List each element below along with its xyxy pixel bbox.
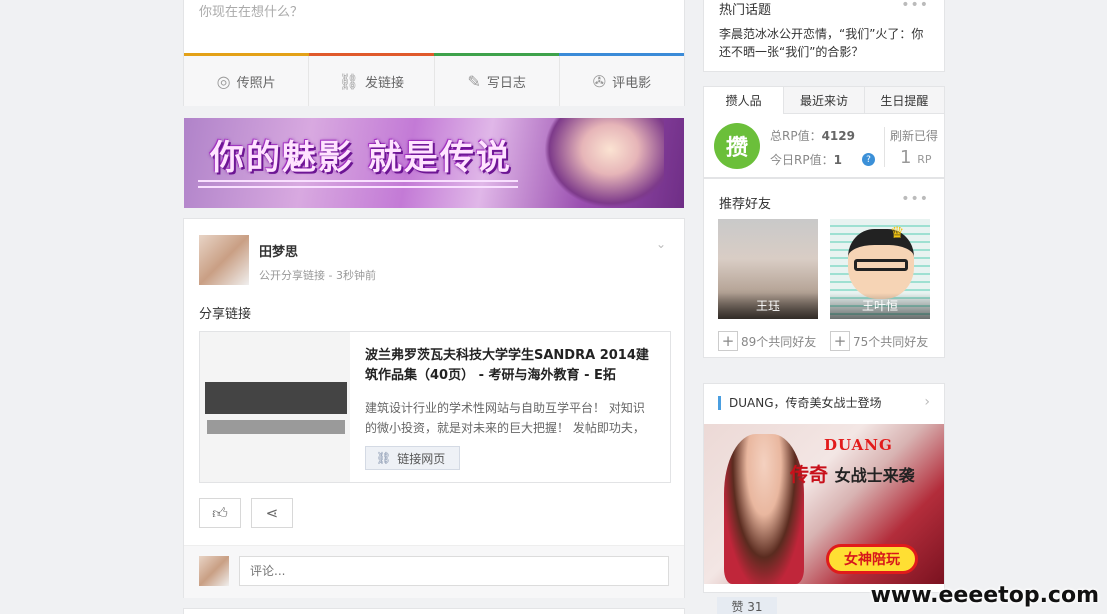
recommended-friends-box: 推荐好友 ••• 王珏 ♛ 王叶恒 + 89个共同好友 + 75个共同好友	[703, 178, 945, 358]
thumbs-up-icon: 👍︎	[212, 503, 228, 522]
ad-headline-sub: 女战士来袭	[834, 466, 915, 485]
avatar[interactable]	[199, 235, 249, 285]
add-friend-button[interactable]: + 89个共同好友	[718, 331, 816, 351]
plus-icon: +	[830, 331, 850, 351]
shared-link-card[interactable]: 波兰弗罗茨瓦夫科技大学学生SANDRA 2014建筑作品集（40页） - 考研与…	[199, 331, 671, 483]
rp-total-value: 4129	[821, 129, 855, 143]
post-author[interactable]: 田梦思	[259, 241, 298, 260]
write-blog-button[interactable]: ✎ 写日志	[435, 56, 560, 106]
ad-image[interactable]: DUANG 传奇 女战士来袭 女神陪玩	[704, 424, 944, 584]
banner-text: 你的魅影 就是传说	[210, 138, 512, 178]
link-title[interactable]: 波兰弗罗茨瓦夫科技大学学生SANDRA 2014建筑作品集（40页） - 考研与…	[365, 346, 655, 386]
share-link-button[interactable]: ⛓ 发链接	[309, 56, 435, 106]
post-meta: 公开分享链接 - 3秒钟前	[259, 269, 376, 282]
rp-box: 攒人品 最近来访 生日提醒 攒 总RP值：4129 今日RP值：1 ? 刷新已得…	[703, 86, 945, 178]
link-icon: ⛓	[338, 71, 360, 91]
rp-total-label: 总RP值：	[770, 129, 822, 143]
friend-photo[interactable]: 王珏	[718, 219, 818, 319]
rp-badge-icon[interactable]: 攒	[714, 123, 760, 169]
ad-box: DUANG，传奇美女战士登场 › DUANG 传奇 女战士来袭 女神陪玩	[703, 383, 945, 593]
friend-photo[interactable]: ♛ 王叶恒	[830, 219, 930, 319]
rp-refresh-value: 1 RP	[900, 147, 931, 168]
hot-topic-link[interactable]: 李晨范冰冰公开恋情，“我们”火了：你还不晒一张“我们”的合影？	[719, 25, 934, 61]
hot-topics-title: 热门话题	[719, 3, 772, 18]
rp-tabs: 攒人品 最近来访 生日提醒	[704, 87, 944, 114]
more-icon[interactable]: •••	[901, 0, 929, 13]
ad-title[interactable]: DUANG，传奇美女战士登场	[718, 396, 882, 410]
glasses	[854, 259, 908, 271]
thumbnail-block	[205, 382, 347, 414]
game-banner-ad[interactable]: 你的魅影 就是传说	[184, 118, 684, 208]
friend-name: 王珏	[718, 293, 818, 319]
open-link-button[interactable]: ⛓ 链接网页	[365, 446, 461, 470]
tab-rp[interactable]: 攒人品	[704, 87, 785, 114]
ad-cta-button[interactable]: 女神陪玩	[826, 544, 918, 574]
rp-today-label: 今日RP值：	[770, 153, 834, 167]
ad-brand: DUANG	[824, 436, 893, 454]
tab-recent-visitors[interactable]: 最近来访	[784, 87, 865, 113]
like-button[interactable]: 👍︎	[199, 498, 241, 528]
likes-count[interactable]: 赞 31	[717, 597, 777, 614]
write-blog-label: 写日志	[486, 75, 526, 91]
status-input[interactable]: 你现在在想什么？	[199, 1, 303, 20]
ad-headline-main: 传奇	[790, 464, 829, 486]
share-link-label: 发链接	[365, 75, 405, 91]
comment-input[interactable]	[239, 556, 669, 586]
avatar	[199, 556, 229, 586]
rp-today: 今日RP值：1	[770, 151, 842, 168]
edit-icon: ✎	[467, 71, 481, 91]
rp-total: 总RP值：4129	[770, 127, 855, 144]
add-friend-button[interactable]: + 75个共同好友	[830, 331, 928, 351]
post-text: 分享链接	[199, 307, 252, 322]
crown-icon: ♛	[890, 223, 905, 242]
friend-name: 王叶恒	[830, 293, 930, 319]
tab-birthdays[interactable]: 生日提醒	[865, 87, 944, 113]
feed-post: 田梦思 公开分享链接 - 3秒钟前 ⌄ 分享链接 波兰弗罗茨瓦夫科技大学学生SA…	[183, 218, 685, 598]
link-thumbnail	[200, 332, 350, 482]
status-publisher: 你现在在想什么？ ◎ 传照片 ⛓ 发链接 ✎ 写日志 ✇ 评电影	[183, 0, 685, 106]
rp-today-value: 1	[833, 153, 842, 167]
chevron-right-icon[interactable]: ›	[924, 394, 930, 410]
review-movie-button[interactable]: ✇ 评电影	[560, 56, 684, 106]
open-link-label: 链接网页	[397, 451, 446, 466]
hot-topics-box: 热门话题 ••• 李晨范冰冰公开恋情，“我们”火了：你还不晒一张“我们”的合影？	[703, 0, 945, 72]
link-description: 建筑设计行业的学术性网站与自助互学平台！ 对知识的微小投资，就是对未来的巨大把握…	[365, 401, 645, 435]
ad-headline: 传奇 女战士来袭	[790, 460, 915, 487]
ad-character	[724, 434, 804, 584]
recommended-friends-title: 推荐好友	[719, 197, 772, 212]
rp-unit: RP	[917, 153, 932, 166]
film-icon: ✇	[592, 71, 607, 91]
rp-refresh-number: 1	[900, 147, 912, 168]
mutual-friends-count: 75个共同好友	[853, 334, 929, 349]
comment-area	[184, 545, 684, 598]
link-icon: ⛓	[376, 451, 392, 465]
plus-icon: +	[718, 331, 738, 351]
mutual-friends-count: 89个共同好友	[741, 334, 817, 349]
next-post	[183, 608, 685, 614]
watermark: www.eeeetop.com	[870, 583, 1099, 608]
banner-ornament	[198, 180, 518, 188]
upload-photo-button[interactable]: ◎ 传照片	[184, 56, 310, 106]
banner-character-image	[544, 118, 664, 208]
chevron-down-icon[interactable]: ⌄	[656, 237, 666, 251]
rp-refresh-label: 刷新已得	[890, 129, 939, 143]
help-icon[interactable]: ?	[862, 153, 875, 166]
camera-icon: ◎	[216, 71, 231, 91]
more-icon[interactable]: •••	[901, 191, 929, 207]
publisher-actions: ◎ 传照片 ⛓ 发链接 ✎ 写日志 ✇ 评电影	[184, 56, 684, 106]
share-button[interactable]: ⋖	[251, 498, 293, 528]
review-movie-label: 评电影	[612, 75, 652, 91]
upload-photo-label: 传照片	[236, 75, 276, 91]
thumbnail-block	[207, 420, 345, 434]
divider	[884, 127, 885, 167]
share-icon: ⋖	[265, 504, 279, 522]
